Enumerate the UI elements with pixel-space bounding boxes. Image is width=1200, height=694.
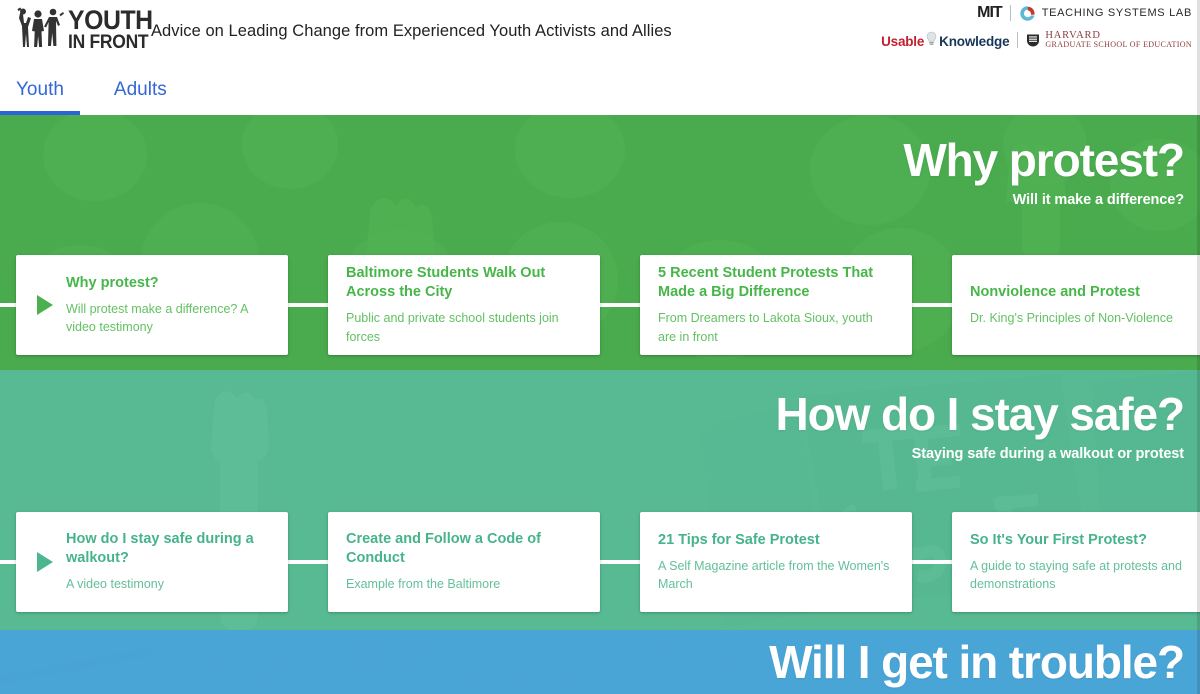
usable-knowledge-logo: Usable Knowledge (881, 31, 1010, 49)
card-first-protest-guide[interactable]: So It's Your First Protest? A guide to s… (952, 512, 1200, 612)
play-icon (37, 295, 53, 315)
site-logo[interactable]: YOUTH IN FRONT (14, 4, 160, 53)
card-rail-stay-safe: How do I stay safe during a walkout? A v… (0, 512, 1200, 612)
logo-divider-2 (1017, 31, 1019, 48)
card-rail-why-protest: Why protest? Will protest make a differe… (0, 255, 1200, 355)
tsl-swirl-icon (1019, 5, 1035, 21)
usable-word: Usable (881, 33, 925, 49)
site-header: YOUTH IN FRONT Advice on Leading Change … (0, 0, 1200, 68)
card-description: A video testimony (66, 577, 164, 592)
card-title: How do I stay safe during a walkout? (66, 531, 254, 566)
tab-adults[interactable]: Adults (112, 68, 183, 115)
card-title: Why protest? (66, 274, 159, 291)
tab-adults-label: Adults (113, 79, 167, 100)
section-stay-safe: How do I stay safe? Staying safe during … (0, 370, 1200, 630)
card-description: A Self Magazine article from the Women's… (658, 559, 890, 592)
section-will-i-get-in-trouble: Will I get in trouble? (0, 630, 1200, 694)
mit-tsl-logo: MIT TEACHING SYSTEMS LAB (977, 4, 1192, 22)
card-title: Baltimore Students Walk Out Across the C… (346, 265, 546, 300)
section-title: Will I get in trouble? (769, 636, 1185, 688)
card-title: So It's Your First Protest? (970, 531, 1147, 548)
tab-youth[interactable]: Youth (0, 68, 80, 115)
card-code-of-conduct[interactable]: Create and Follow a Code of Conduct Exam… (328, 512, 600, 612)
card-stay-safe-video[interactable]: How do I stay safe during a walkout? A v… (16, 512, 288, 612)
section-title: How do I stay safe? (775, 388, 1185, 440)
card-description: From Dreamers to Lakota Sioux, youth are… (658, 311, 873, 344)
card-description: Example from the Baltimore (346, 577, 501, 592)
three-activists-icon (17, 7, 64, 47)
logo-line-2: IN FRONT (68, 31, 149, 53)
section-heading-why-protest: Why protest? Will it make a difference? (903, 134, 1185, 208)
card-description: Dr. King's Principles of Non-Violence (970, 311, 1173, 326)
section-why-protest: Why protest? Will it make a difference? … (0, 115, 1200, 370)
harvard-school: GRADUATE SCHOOL OF EDUCATION (1045, 40, 1192, 50)
harvard-shield-icon (1027, 34, 1040, 47)
mit-logo: MIT (977, 4, 1003, 21)
card-description: A guide to staying safe at protests and … (970, 559, 1182, 592)
logo-divider (1009, 5, 1011, 21)
card-nonviolence-and-protest[interactable]: Nonviolence and Protest Dr. King's Princ… (952, 255, 1200, 355)
tab-youth-label: Youth (16, 79, 64, 100)
card-title: Create and Follow a Code of Conduct (346, 531, 541, 566)
uk-harvard-logo: Usable Knowledge HARVARD GRADUATE SCHOOL … (881, 30, 1192, 50)
site-tagline: Advice on Leading Change from Experience… (151, 22, 672, 40)
card-baltimore-walkout[interactable]: Baltimore Students Walk Out Across the C… (328, 255, 600, 355)
section-subtitle: Will it make a difference? (1012, 192, 1184, 208)
card-description: Public and private school students join … (346, 311, 559, 344)
tsl-label: TEACHING SYSTEMS LAB (1041, 7, 1192, 19)
play-icon (37, 552, 53, 572)
logo-line-1: YOUTH (68, 4, 153, 35)
audience-tabs: Youth Adults (0, 68, 1200, 115)
partner-logos: MIT TEACHING SYSTEMS LAB Usable Knowledge… (881, 4, 1192, 50)
section-heading-get-in-trouble: Will I get in trouble? (769, 636, 1185, 688)
section-title: Why protest? (903, 134, 1185, 186)
section-heading-stay-safe: How do I stay safe? Staying safe during … (775, 388, 1185, 462)
card-description: Will protest make a difference? A video … (66, 302, 248, 335)
harvard-gse-logo: HARVARD GRADUATE SCHOOL OF EDUCATION (1026, 30, 1192, 50)
card-5-recent-protests[interactable]: 5 Recent Student Protests That Made a Bi… (640, 255, 912, 355)
lightbulb-icon (927, 31, 937, 45)
knowledge-word: Knowledge (939, 33, 1010, 49)
card-why-protest-video[interactable]: Why protest? Will protest make a differe… (16, 255, 288, 355)
card-21-tips-safe-protest[interactable]: 21 Tips for Safe Protest A Self Magazine… (640, 512, 912, 612)
card-title: Nonviolence and Protest (970, 283, 1141, 300)
card-title: 21 Tips for Safe Protest (658, 531, 820, 548)
card-title: 5 Recent Student Protests That Made a Bi… (658, 265, 874, 300)
section-subtitle: Staying safe during a walkout or protest (911, 446, 1184, 462)
